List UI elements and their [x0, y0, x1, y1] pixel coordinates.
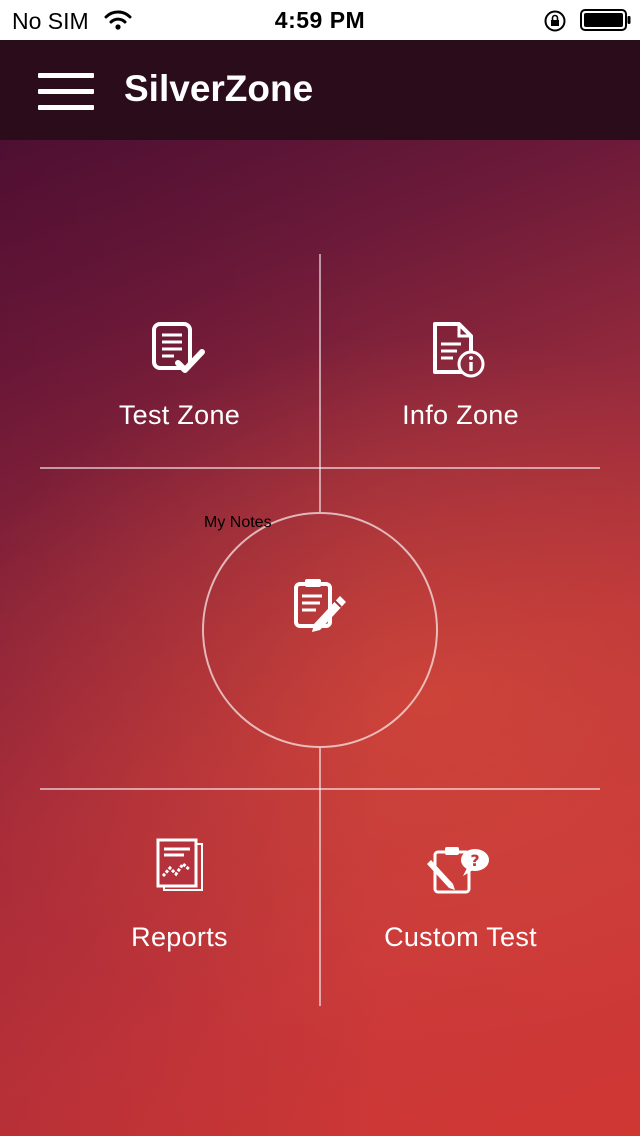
- svg-text:?: ?: [470, 851, 479, 870]
- orientation-lock-icon: [544, 10, 566, 32]
- clipboard-question-icon: ?: [427, 847, 489, 894]
- app-screen: No SIM 4:59 PM SilverZone Test Zone Info…: [0, 0, 640, 1136]
- app-header: SilverZone: [0, 40, 640, 140]
- report-chart-icon: [156, 838, 203, 891]
- test-zone-tile[interactable]: Test Zone: [40, 254, 319, 467]
- battery-icon: [580, 9, 631, 31]
- info-zone-label: Info Zone: [402, 400, 519, 430]
- info-zone-tile[interactable]: Info Zone: [321, 254, 600, 467]
- custom-test-label: Custom Test: [384, 922, 537, 952]
- reports-label: Reports: [131, 922, 228, 952]
- my-notes-label: My Notes: [204, 514, 272, 531]
- my-notes-button[interactable]: My Notes: [202, 512, 438, 748]
- hamburger-menu-icon[interactable]: [32, 66, 100, 116]
- checklist-document-icon: [152, 322, 205, 373]
- divider-horizontal-top: [40, 467, 600, 469]
- custom-test-tile[interactable]: ? Custom Test: [321, 790, 600, 1006]
- test-zone-label: Test Zone: [118, 400, 241, 430]
- status-bar: No SIM 4:59 PM: [0, 0, 640, 40]
- clipboard-pencil-icon: [294, 579, 346, 632]
- reports-tile[interactable]: Reports: [40, 790, 319, 1006]
- app-title: SilverZone: [124, 68, 314, 109]
- document-info-icon: [433, 322, 485, 378]
- dashboard-content: Test Zone Info Zone My Notes Reports ? C…: [0, 140, 640, 1136]
